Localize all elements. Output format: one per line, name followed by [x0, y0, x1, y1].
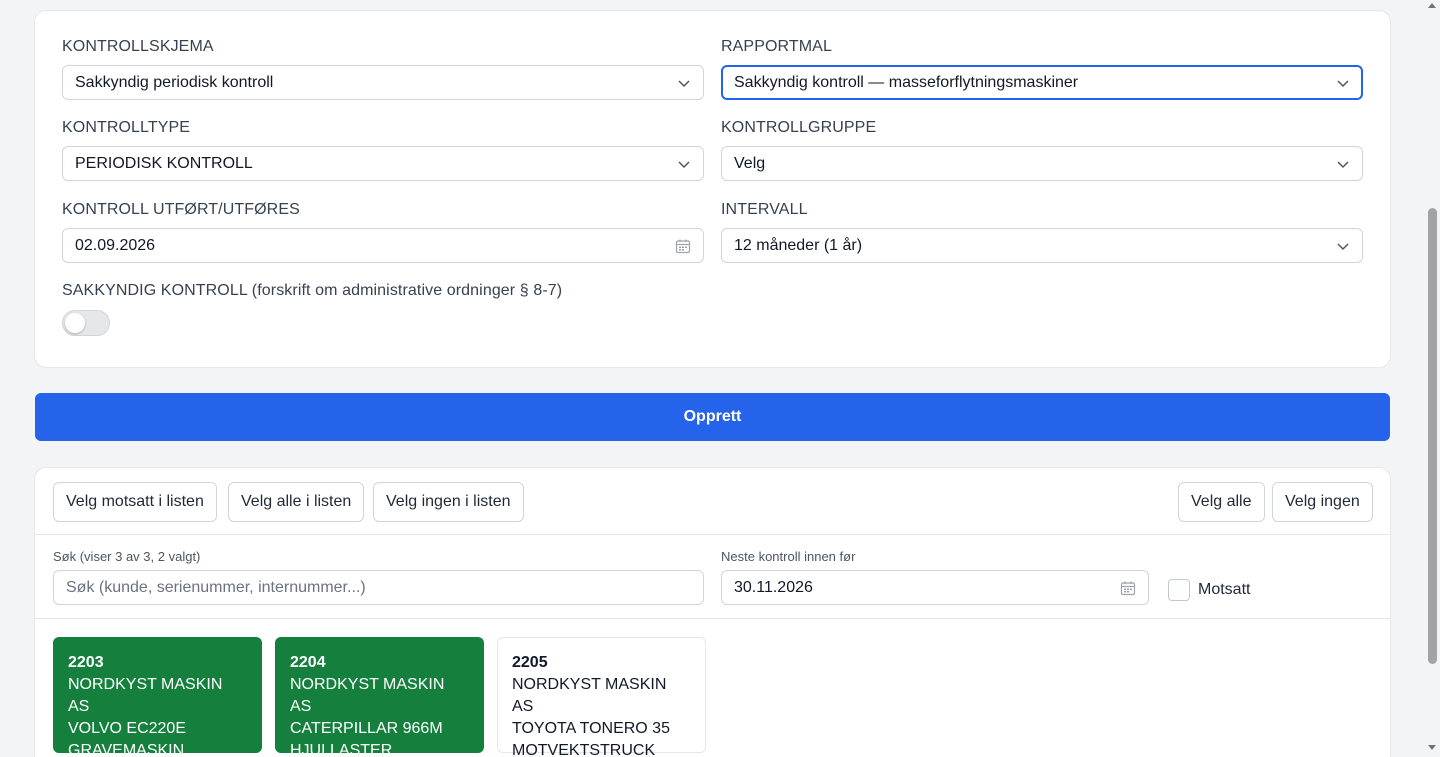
next-control-value: 30.11.2026	[734, 578, 813, 596]
sakkyndig-kontroll-label: SAKKYNDIG KONTROLL (forskrift om adminis…	[62, 282, 563, 299]
select-none-in-list-button[interactable]: Velg ingen i listen	[373, 482, 524, 522]
equipment-item[interactable]: 2204 NORDKYST MASKIN AS CATERPILLAR 966M…	[275, 637, 484, 757]
kontrollskjema-label: KONTROLLSKJEMA	[62, 38, 214, 55]
rapportmal-select[interactable]: Sakkyndig kontroll — masseforflytningsma…	[721, 65, 1363, 100]
equipment-customer: NORDKYST MASKIN AS	[512, 676, 667, 715]
equipment-customer: NORDKYST MASKIN AS	[290, 676, 445, 715]
equipment-number: 2205	[512, 654, 548, 671]
chevron-down-icon	[1337, 79, 1349, 87]
intervall-select[interactable]: 12 måneder (1 år)	[721, 228, 1363, 263]
invert-selection-in-list-button[interactable]: Velg motsatt i listen	[53, 482, 217, 522]
search-input[interactable]: Søk (kunde, serienummer, internummer...)	[53, 570, 704, 605]
kontroll-utfort-value: 02.09.2026	[75, 236, 156, 254]
chevron-down-icon	[678, 160, 690, 168]
equipment-customer: NORDKYST MASKIN AS	[68, 676, 223, 715]
kontrollgruppe-select[interactable]: Velg	[721, 146, 1363, 181]
equipment-type: HJULLASTER	[290, 742, 393, 757]
chevron-down-icon	[1337, 160, 1349, 168]
search-label: Søk (viser 3 av 3, 2 valgt)	[53, 549, 201, 564]
intervall-value: 12 måneder (1 år)	[734, 236, 863, 254]
equipment-model: VOLVO EC220E	[68, 720, 186, 737]
search-placeholder: Søk (kunde, serienummer, internummer...)	[66, 578, 366, 596]
scroll-down-arrow-icon[interactable]	[1428, 745, 1436, 750]
rapportmal-label: RAPPORTMAL	[721, 38, 832, 55]
intervall-field: INTERVALL 12 måneder (1 år)	[721, 201, 1363, 263]
kontrollskjema-select[interactable]: Sakkyndig periodisk kontroll	[62, 65, 704, 100]
kontrollgruppe-field: KONTROLLGRUPPE Velg	[721, 119, 1363, 181]
chevron-down-icon	[1337, 242, 1349, 250]
sakkyndig-kontroll-toggle[interactable]	[62, 310, 110, 336]
equipment-type: MOTVEKTSTRUCK	[512, 742, 656, 757]
kontrolltype-label: KONTROLLTYPE	[62, 119, 191, 136]
rapportmal-value: Sakkyndig kontroll — masseforflytningsma…	[734, 73, 1079, 91]
calendar-icon[interactable]	[1120, 580, 1136, 596]
control-setup-card: KONTROLLSKJEMA Sakkyndig periodisk kontr…	[34, 10, 1391, 368]
kontrolltype-value: PERIODISK KONTROLL	[75, 154, 253, 172]
intervall-label: INTERVALL	[721, 201, 808, 218]
equipment-list-card: Velg motsatt i listen Velg alle i listen…	[34, 467, 1391, 757]
rapportmal-field: RAPPORTMAL Sakkyndig kontroll — massefor…	[721, 38, 1363, 100]
select-none-button[interactable]: Velg ingen	[1272, 482, 1373, 522]
motsatt-checkbox[interactable]	[1168, 579, 1190, 601]
chevron-down-icon	[678, 79, 690, 87]
toolbar-divider	[35, 534, 1390, 535]
create-button[interactable]: Opprett	[35, 393, 1390, 441]
motsatt-label: Motsatt	[1198, 581, 1251, 598]
select-all-in-list-button[interactable]: Velg alle i listen	[228, 482, 365, 522]
kontrollskjema-value: Sakkyndig periodisk kontroll	[75, 73, 274, 91]
select-all-button[interactable]: Velg alle	[1178, 482, 1265, 522]
kontroll-utfort-label: KONTROLL UTFØRT/UTFØRES	[62, 201, 300, 218]
next-control-label: Neste kontroll innen før	[721, 549, 856, 564]
page: KONTROLLSKJEMA Sakkyndig periodisk kontr…	[0, 0, 1440, 757]
scrollbar-thumb[interactable]	[1428, 208, 1437, 664]
kontrollgruppe-label: KONTROLLGRUPPE	[721, 119, 877, 136]
equipment-number: 2203	[68, 654, 104, 671]
kontroll-utfort-field: KONTROLL UTFØRT/UTFØRES 02.09.2026	[62, 201, 704, 263]
kontrollgruppe-value: Velg	[734, 154, 766, 172]
equipment-item[interactable]: 2205 NORDKYST MASKIN AS TOYOTA TONERO 35…	[497, 637, 706, 757]
kontrollskjema-field: KONTROLLSKJEMA Sakkyndig periodisk kontr…	[62, 38, 704, 100]
kontrolltype-select[interactable]: PERIODISK KONTROLL	[62, 146, 704, 181]
equipment-item[interactable]: 2203 NORDKYST MASKIN AS VOLVO EC220E GRA…	[53, 637, 262, 757]
equipment-model: TOYOTA TONERO 35	[512, 720, 670, 737]
kontrolltype-field: KONTROLLTYPE PERIODISK KONTROLL	[62, 119, 704, 181]
filter-divider	[35, 618, 1390, 619]
next-control-date-input[interactable]: 30.11.2026	[721, 570, 1149, 605]
page-scrollbar[interactable]	[1425, 0, 1440, 757]
equipment-number: 2204	[290, 654, 326, 671]
equipment-model: CATERPILLAR 966M	[290, 720, 443, 737]
equipment-type: GRAVEMASKIN	[68, 742, 185, 757]
kontroll-utfort-date-input[interactable]: 02.09.2026	[62, 228, 704, 263]
scroll-up-arrow-icon[interactable]	[1428, 3, 1436, 8]
toggle-knob	[65, 313, 85, 333]
calendar-icon[interactable]	[675, 238, 691, 254]
